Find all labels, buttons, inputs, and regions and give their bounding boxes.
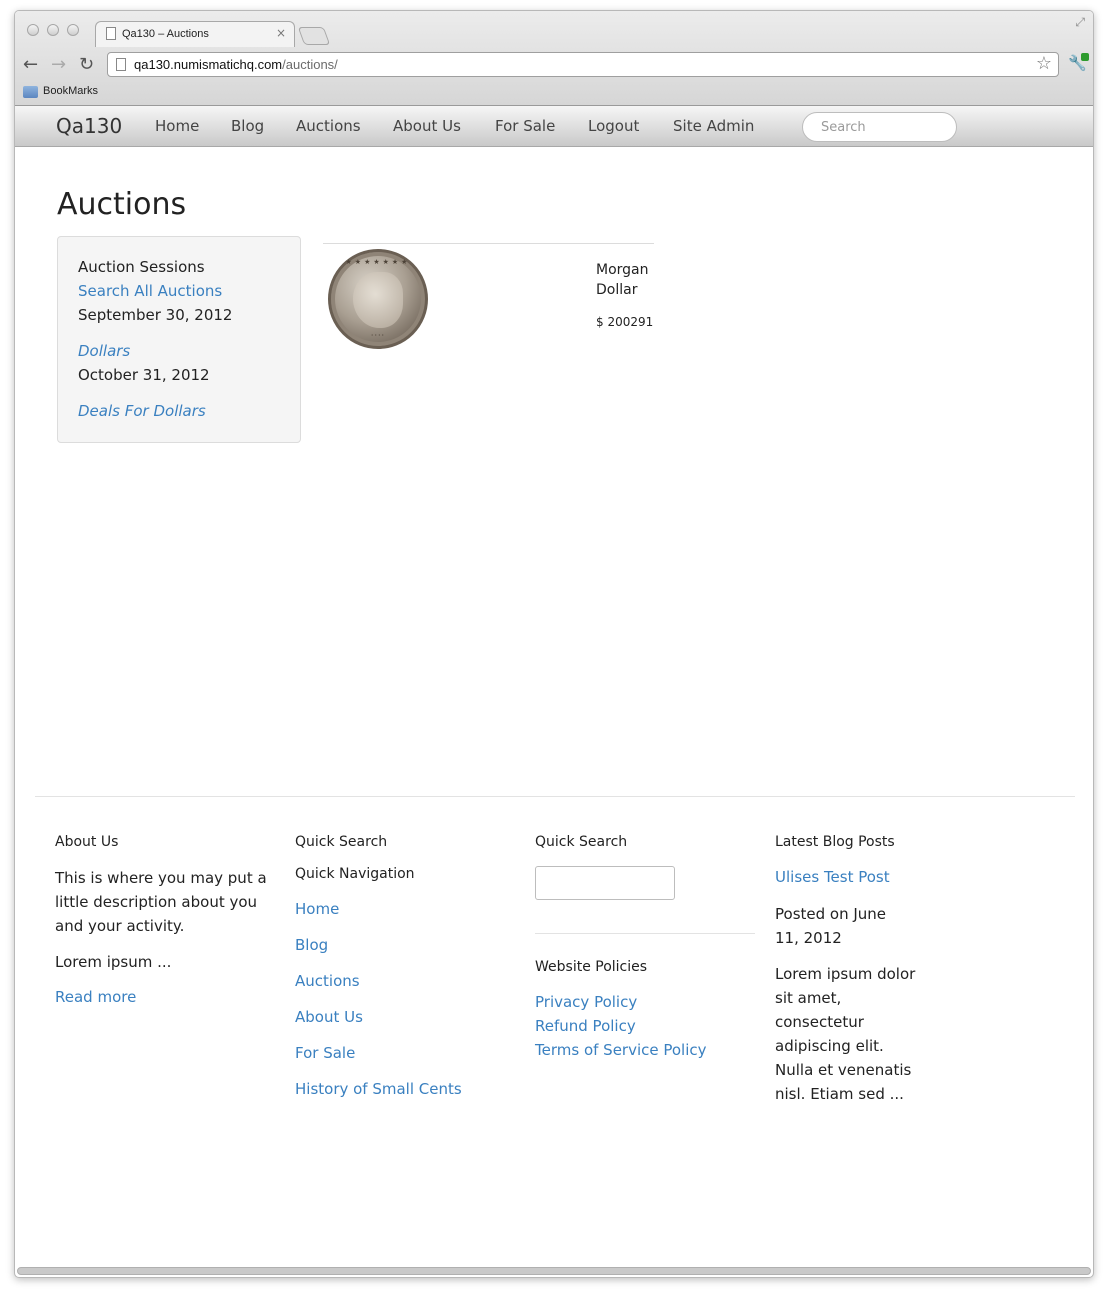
terms-of-service-link[interactable]: Terms of Service Policy: [535, 1041, 707, 1059]
site-brand[interactable]: Qa130: [56, 114, 122, 138]
url-path: /auctions/: [282, 57, 338, 72]
blog-post-link[interactable]: Ulises Test Post: [775, 868, 890, 886]
blog-post-date: Posted on June 11, 2012: [775, 905, 887, 947]
session-date: September 30, 2012: [78, 306, 233, 324]
session-link-deals-for-dollars[interactable]: Deals For Dollars: [78, 402, 206, 420]
site-navbar: Qa130 Home Blog Auctions About Us For Sa…: [15, 106, 1093, 147]
footer-quick-nav-heading: Quick Navigation: [295, 866, 415, 882]
footer-about-text: This is where you may put a little descr…: [55, 869, 267, 935]
footer-link-auctions[interactable]: Auctions: [295, 972, 360, 990]
address-bar[interactable]: qa130.numismatichq.com/auctions/ ☆: [107, 52, 1059, 77]
footer-quick-search-heading: Quick Search: [295, 834, 388, 850]
blog-post-excerpt: Lorem ipsum dolor sit amet, consectetur …: [775, 965, 916, 1103]
search-all-auctions-link[interactable]: Search All Auctions: [78, 282, 222, 300]
fullscreen-icon[interactable]: ⤢: [1075, 15, 1085, 30]
search-input[interactable]: [802, 112, 957, 142]
browser-window: Qa130 – Auctions × ⤢ ← → ↻ qa130.numisma…: [14, 10, 1094, 1278]
page-icon: [116, 58, 126, 71]
back-arrow-icon[interactable]: ←: [23, 54, 38, 75]
browser-chrome: Qa130 – Auctions × ⤢ ← → ↻ qa130.numisma…: [15, 11, 1093, 106]
tab-title: Qa130 – Auctions: [122, 28, 209, 40]
refund-policy-link[interactable]: Refund Policy: [535, 1017, 636, 1035]
auction-sessions-panel: Auction Sessions Search All Auctions Sep…: [57, 236, 301, 443]
coin-portrait: [353, 272, 403, 328]
minimize-window-button[interactable]: [47, 24, 59, 36]
session-link-dollars[interactable]: Dollars: [78, 342, 130, 360]
privacy-policy-link[interactable]: Privacy Policy: [535, 993, 637, 1011]
nav-item-home[interactable]: Home: [155, 117, 199, 135]
footer-link-home[interactable]: Home: [295, 900, 339, 918]
horizontal-scrollbar[interactable]: [17, 1267, 1091, 1275]
forward-arrow-icon[interactable]: →: [51, 54, 66, 75]
nav-item-logout[interactable]: Logout: [588, 117, 639, 135]
nav-item-auctions[interactable]: Auctions: [296, 117, 361, 135]
browser-tab[interactable]: Qa130 – Auctions ×: [95, 21, 295, 47]
nav-item-site-admin[interactable]: Site Admin: [673, 117, 754, 135]
footer-about-heading: About Us: [55, 834, 119, 850]
bookmarks-folder[interactable]: BookMarks: [43, 85, 98, 97]
page-title: Auctions: [57, 187, 187, 222]
nav-item-for-sale[interactable]: For Sale: [495, 117, 555, 135]
item-name[interactable]: Morgan Dollar: [596, 260, 666, 300]
item-price: $ 200291: [596, 315, 654, 329]
footer-quick-search-heading: Quick Search: [535, 834, 628, 850]
update-badge: [1081, 53, 1089, 61]
footer-link-history-of-small-cents[interactable]: History of Small Cents: [295, 1080, 462, 1098]
footer-blog-heading: Latest Blog Posts: [775, 834, 895, 850]
page-icon: [106, 27, 116, 40]
session-date: October 31, 2012: [78, 366, 210, 384]
nav-item-blog[interactable]: Blog: [231, 117, 264, 135]
footer-link-blog[interactable]: Blog: [295, 936, 328, 954]
close-window-button[interactable]: [27, 24, 39, 36]
footer-about-lorem: Lorem ipsum ...: [55, 953, 172, 971]
footer-divider: [35, 796, 1075, 797]
bookmark-star-icon[interactable]: ☆: [1036, 53, 1052, 74]
maximize-window-button[interactable]: [67, 24, 79, 36]
url-text: qa130.numismatichq.com/auctions/: [134, 57, 338, 72]
coin-stars: ★★★★★★★: [345, 258, 411, 266]
tab-close-icon[interactable]: ×: [276, 26, 286, 40]
footer-search-input[interactable]: [535, 866, 675, 900]
read-more-link[interactable]: Read more: [55, 988, 136, 1006]
footer-link-about-us[interactable]: About Us: [295, 1008, 363, 1026]
footer-policies-heading: Website Policies: [535, 959, 648, 975]
url-host: qa130.numismatichq.com: [134, 57, 283, 72]
nav-item-about-us[interactable]: About Us: [393, 117, 461, 135]
reload-icon[interactable]: ↻: [79, 54, 94, 75]
folder-icon: [23, 86, 38, 98]
sidebar-heading: Auction Sessions: [78, 258, 205, 276]
coin-date-mark: ····: [370, 331, 386, 340]
divider: [323, 243, 654, 244]
browser-toolbar: ← → ↻ qa130.numismatichq.com/auctions/ ☆…: [15, 48, 1093, 80]
divider: [535, 933, 755, 934]
coin-image[interactable]: ★★★★★★★ ····: [328, 249, 428, 349]
footer-link-for-sale[interactable]: For Sale: [295, 1044, 355, 1062]
new-tab-button[interactable]: [297, 27, 331, 45]
